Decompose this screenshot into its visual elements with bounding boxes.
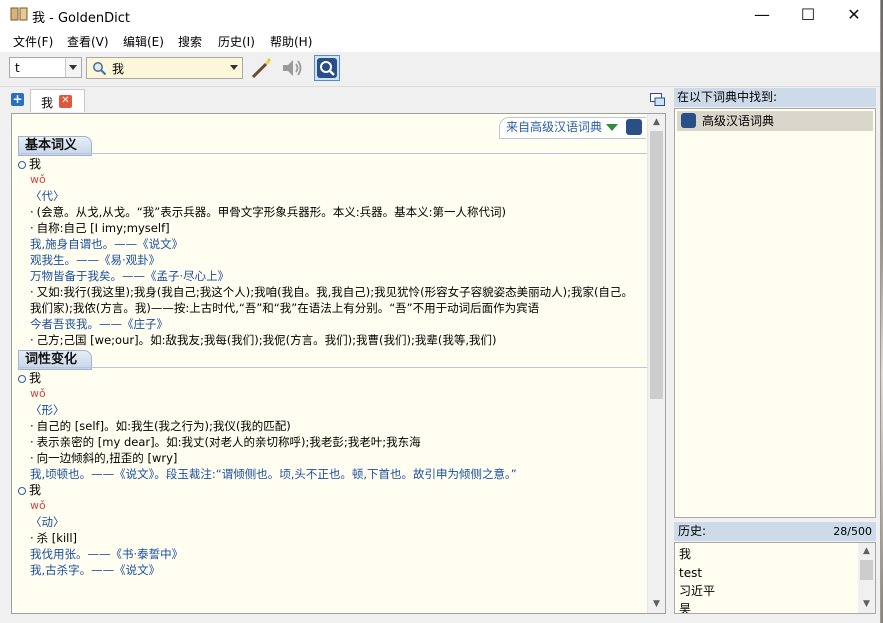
menu-search[interactable]: 搜索 xyxy=(178,33,202,50)
group-value: t xyxy=(15,61,20,75)
dictionary-group-select[interactable]: t xyxy=(9,57,82,78)
dock-panels-icon[interactable] xyxy=(650,93,665,106)
quotation: 我伐用张。——《书·泰誓中》 xyxy=(30,547,184,561)
scan-popup-icon xyxy=(317,58,337,78)
definition: 杀 [kill] xyxy=(12,530,648,546)
definition: 自己的 [self]。如:我生(我之行为);我仪(我的匹配) xyxy=(12,418,648,434)
definition: 己方;己国 [we;our]。如:敌我友;我每(我们);我伲(方言。我们);我曹… xyxy=(12,332,648,348)
scroll-up-icon[interactable]: ▲ xyxy=(648,114,665,131)
quotation: 观我生。——《易·观卦》 xyxy=(30,253,161,267)
add-tab-icon[interactable]: + xyxy=(11,93,24,106)
history-list: 我 test 习近平 昊 ▲ ▼ xyxy=(674,542,876,614)
close-button[interactable]: ✕ xyxy=(831,0,877,30)
article-scrollbar[interactable]: ▲ ▼ xyxy=(647,114,665,613)
menu-view[interactable]: 查看(V) xyxy=(67,33,109,50)
section-header: 基本词义 xyxy=(18,136,648,156)
scroll-down-icon[interactable]: ▼ xyxy=(858,596,875,613)
menu-history[interactable]: 历史(I) xyxy=(218,33,255,50)
headword: 我 xyxy=(12,156,648,172)
definition: 表示亲密的 [my dear]。如:我丈(对老人的亲切称呼);我老彭;我老叶;我… xyxy=(12,434,648,450)
title-bar: 我 - GoldenDict — ☐ ✕ xyxy=(0,0,880,30)
search-box[interactable] xyxy=(86,57,243,79)
menu-file[interactable]: 文件(F) xyxy=(13,33,53,50)
menu-bar: 文件(F) 查看(V) 编辑(E) 搜索 历史(I) 帮助(H) xyxy=(0,30,880,52)
pinyin: wǒ xyxy=(30,173,46,186)
found-item[interactable]: 高级汉语词典 xyxy=(677,111,873,131)
close-tab-icon[interactable]: ✕ xyxy=(59,95,72,108)
section-divider xyxy=(18,367,648,368)
dictionary-icon xyxy=(626,119,642,135)
menu-help[interactable]: 帮助(H) xyxy=(270,33,312,50)
magic-wand-icon[interactable] xyxy=(249,56,273,80)
scan-popup-button[interactable] xyxy=(314,55,340,81)
headword: 我 xyxy=(12,370,648,386)
tab-wo[interactable]: 我 ✕ xyxy=(30,89,85,112)
scroll-down-icon[interactable]: ▼ xyxy=(648,596,665,613)
chevron-down-icon[interactable] xyxy=(65,58,81,77)
minimize-button[interactable]: — xyxy=(739,0,785,30)
definition: (会意。从戈,从戈。“我”表示兵器。甲骨文字形象兵器形。本义:兵器。基本义:第一… xyxy=(12,204,648,220)
menu-edit[interactable]: 编辑(E) xyxy=(123,33,164,50)
quotation: 我,顷顿也。——《说文》。段玉裁注:“谓倾侧也。顷,头不正也。顿,下首也。故引申… xyxy=(30,467,517,481)
collapse-triangle-icon[interactable] xyxy=(606,124,618,131)
definition: 自称:自己 [I imy;myself] xyxy=(12,220,648,236)
found-item-label: 高级汉语词典 xyxy=(702,114,775,128)
article-content: 来自高级汉语词典 基本词义我wǒ〈代〉(会意。从戈,从戈。“我”表示兵器。甲骨文… xyxy=(12,114,648,613)
quotation: 我,施身自谓也。——《说文》 xyxy=(30,237,184,251)
history-item[interactable]: test xyxy=(679,564,702,582)
dictionary-icon xyxy=(681,113,696,128)
history-count: 28/500 xyxy=(833,525,872,538)
part-of-speech: 〈动〉 xyxy=(30,515,65,529)
section-body: 我wǒ 〈代〉(会意。从戈,从戈。“我”表示兵器。甲骨文字形象兵器形。本义:兵器。… xyxy=(12,156,648,348)
history-scrollbar[interactable]: ▲ ▼ xyxy=(858,543,875,613)
section-header: 词性变化 xyxy=(18,350,648,370)
pinyin: wǒ xyxy=(30,387,46,400)
search-input[interactable] xyxy=(112,60,217,76)
history-title: 历史: 28/500 xyxy=(674,522,876,541)
part-of-speech: 〈形〉 xyxy=(30,403,65,417)
section-divider xyxy=(18,153,648,154)
speaker-icon[interactable] xyxy=(280,56,304,80)
dictionary-name: 来自高级汉语词典 xyxy=(505,120,602,134)
definition: 向一边倾斜的,扭歪的 [wry] xyxy=(12,450,648,466)
found-in-list: 高级汉语词典 xyxy=(674,108,876,518)
history-item[interactable]: 昊 xyxy=(679,600,691,613)
toolbar: t xyxy=(0,52,880,87)
scrollbar-thumb[interactable] xyxy=(860,560,873,580)
pinyin: wǒ xyxy=(30,499,46,512)
history-item[interactable]: 习近平 xyxy=(679,582,715,600)
tab-label: 我 xyxy=(41,96,54,110)
section-body: 我wǒ〈形〉自己的 [self]。如:我生(我之行为);我仪(我的匹配)表示亲密… xyxy=(12,370,648,578)
book-icon xyxy=(10,7,28,21)
found-in-title: 在以下词典中找到: xyxy=(674,88,876,107)
chevron-down-icon[interactable] xyxy=(227,58,242,77)
quotation: 万物皆备于我矣。——《孟子·尽心上》 xyxy=(30,269,230,283)
goldendict-window: 我 - GoldenDict — ☐ ✕ 文件(F) 查看(V) 编辑(E) 搜… xyxy=(0,0,881,623)
quotation: 我,古杀字。——《说文》 xyxy=(30,563,161,577)
article-view: 来自高级汉语词典 基本词义我wǒ〈代〉(会意。从戈,从戈。“我”表示兵器。甲骨文… xyxy=(11,113,666,614)
definition: 又如:我行(我这里);我身(我自己;我这个人);我咱(我自。我,我自己);我见犹… xyxy=(12,284,648,316)
maximize-button[interactable]: ☐ xyxy=(785,0,831,30)
search-icon xyxy=(93,62,107,76)
quotation: 今者吾丧我。——《庄子》 xyxy=(30,317,168,331)
history-item[interactable]: 我 xyxy=(679,545,691,563)
tab-bar: + 我 ✕ xyxy=(0,88,668,112)
window-title: 我 - GoldenDict xyxy=(32,11,130,26)
history-label: 历史: xyxy=(678,524,707,538)
scrollbar-thumb[interactable] xyxy=(650,131,663,399)
scroll-up-icon[interactable]: ▲ xyxy=(858,543,875,560)
headword: 我 xyxy=(12,482,648,498)
part-of-speech: 〈代〉 xyxy=(30,189,65,203)
